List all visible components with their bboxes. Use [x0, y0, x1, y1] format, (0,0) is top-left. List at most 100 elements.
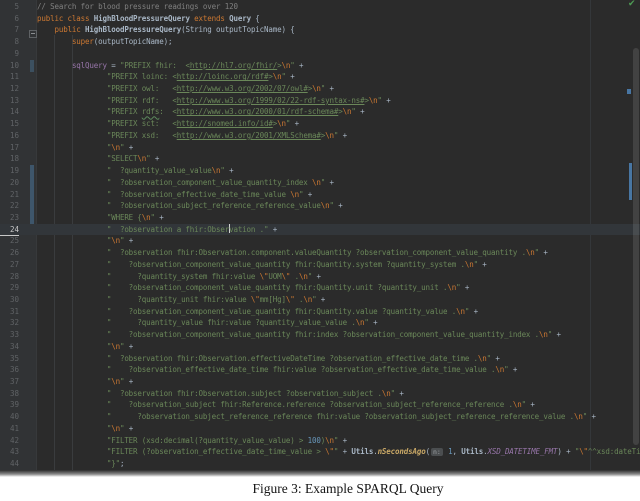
code-line: 12 "PREFIX owl: <http://www.w3.org/2002/… [0, 83, 640, 95]
line-number: 39 [0, 399, 19, 411]
code-line: 26 " ?observation fhir:Observation.compo… [0, 247, 640, 259]
code-text: " ?observation_subject_reference_referen… [37, 200, 343, 212]
line-number: 27 [0, 259, 19, 271]
code-text: "FILTER (xsd:decimal(?quantity_value_val… [37, 435, 347, 447]
code-text: "PREFIX sct: <http://snomed.info/id#>\n"… [37, 118, 299, 130]
line-number: 12 [0, 83, 19, 95]
code-line: 33 " ?observation_component_value_quanti… [0, 329, 640, 341]
line-number: 44 [0, 458, 19, 470]
code-line: 32 " ?quantity_value fhir:value ?quantit… [0, 317, 640, 329]
code-line: 5// Search for blood pressure readings o… [0, 1, 640, 13]
code-text: " ?quantity_value_value\n" + [37, 165, 233, 177]
line-number: 5 [0, 1, 19, 13]
code-line: 29 " ?observation_component_value_quanti… [0, 282, 640, 294]
code-line: 16 "PREFIX xsd: <http://www.w3.org/2001/… [0, 130, 640, 142]
line-number: 28 [0, 271, 19, 283]
code-text: "\n" + [37, 423, 133, 435]
code-editor[interactable]: 5// Search for blood pressure readings o… [0, 0, 640, 470]
code-text: "\n" + [37, 235, 133, 247]
line-number: 10 [0, 60, 19, 72]
line-number: 37 [0, 376, 19, 388]
line-number: 42 [0, 435, 19, 447]
code-text: public HighBloodPressureQuery(String out… [37, 24, 295, 36]
line-number: 43 [0, 446, 19, 458]
code-line: 13 "PREFIX rdf: <http://www.w3.org/1999/… [0, 95, 640, 107]
code-text: "PREFIX loinc: <http://loinc.org/rdf#>\n… [37, 71, 295, 83]
code-text: "PREFIX rdfs: <http://www.w3.org/2000/01… [37, 106, 364, 118]
code-line: 24 " ?observation a fhir:Observation ." … [0, 224, 640, 236]
line-number: 35 [0, 353, 19, 365]
code-text: " ?observation_effective_date_time fhir:… [37, 364, 517, 376]
figure-bottom-edge [0, 470, 640, 477]
code-text: public class HighBloodPressureQuery exte… [37, 13, 260, 25]
code-line: 35 " ?observation fhir:Observation.effec… [0, 353, 640, 365]
code-text: "WHERE {\n" + [37, 212, 164, 224]
line-number: 20 [0, 177, 19, 189]
code-text: "PREFIX owl: <http://www.w3.org/2002/07/… [37, 83, 334, 95]
code-line: 31 " ?observation_component_value_quanti… [0, 306, 640, 318]
code-lines: 5// Search for blood pressure readings o… [0, 1, 640, 470]
scrollbar-change-mark [627, 89, 631, 94]
line-number: 9 [0, 48, 19, 60]
line-number: 11 [0, 71, 19, 83]
code-line: 23 "WHERE {\n" + [0, 212, 640, 224]
scrollbar-change-mark [629, 163, 632, 200]
code-line: 39 " ?observation_subject fhir:Reference… [0, 399, 640, 411]
code-line: 25 "\n" + [0, 235, 640, 247]
line-number: 13 [0, 95, 19, 107]
code-text: "\n" + [37, 341, 133, 353]
code-line: 9 [0, 48, 640, 60]
line-number: 40 [0, 411, 19, 423]
code-text: " ?observation fhir:Observation.componen… [37, 247, 548, 259]
code-text: sqlQuery = "PREFIX fhir: <http://hl7.org… [37, 60, 303, 72]
code-line: 34 "\n" + [0, 341, 640, 353]
line-number: 34 [0, 341, 19, 353]
code-line: 8 super(outputTopicName); [0, 36, 640, 48]
code-text: "PREFIX rdf: <http://www.w3.org/1999/02/… [37, 95, 391, 107]
code-text: " ?observation fhir:Observation.effectiv… [37, 353, 500, 365]
code-text: " ?observation fhir:Observation.subject … [37, 388, 404, 400]
fold-toggle-icon[interactable] [29, 30, 37, 38]
code-text: " ?quantity_system fhir:value \"UOM\" .\… [37, 271, 321, 283]
code-line: 17 "\n" + [0, 142, 640, 154]
code-text: " ?observation_component_value_quantity … [37, 329, 561, 341]
figure-caption: Figure 3: Example SPARQL Query [253, 481, 444, 496]
code-line: 38 " ?observation fhir:Observation.subje… [0, 388, 640, 400]
code-line: 20 " ?observation_component_value_quanti… [0, 177, 640, 189]
code-text: "\n" + [37, 142, 133, 154]
line-number: 41 [0, 423, 19, 435]
inspections-ok-icon[interactable]: ✔ [628, 0, 636, 10]
line-number: 17 [0, 142, 19, 154]
code-text: " ?quantity_value fhir:value ?quantity_v… [37, 317, 378, 329]
line-number: 29 [0, 282, 19, 294]
code-text: " ?observation a fhir:Observation ." + [37, 224, 277, 236]
code-text: " ?observation_effective_date_time_value… [37, 189, 312, 201]
line-number: 23 [0, 212, 19, 224]
line-number: 18 [0, 153, 19, 165]
code-line: 10 sqlQuery = "PREFIX fhir: <http://hl7.… [0, 60, 640, 72]
code-line: 27 " ?observation_component_value_quanti… [0, 259, 640, 271]
paper-figure: 5// Search for blood pressure readings o… [0, 0, 640, 501]
code-line: 30 " ?quantity_unit fhir:value \"mm[Hg]\… [0, 294, 640, 306]
line-number: 38 [0, 388, 19, 400]
code-text: " ?observation_component_value_quantity … [37, 259, 487, 271]
code-text: " ?observation_component_value_quantity … [37, 282, 469, 294]
code-text: " ?observation_component_value_quantity … [37, 306, 478, 318]
code-text: "\n" + [37, 376, 133, 388]
code-line: 40 " ?observation_subject_reference_refe… [0, 411, 640, 423]
scrollbar-thumb[interactable] [633, 48, 639, 445]
line-number: 31 [0, 306, 19, 318]
code-text: "PREFIX xsd: <http://www.w3.org/2001/XML… [37, 130, 347, 142]
code-line: 44 "}"; [0, 458, 640, 470]
code-line: 7 public HighBloodPressureQuery(String o… [0, 24, 640, 36]
line-number: 22 [0, 200, 19, 212]
line-number: 25 [0, 235, 19, 247]
line-number: 15 [0, 118, 19, 130]
code-line: 22 " ?observation_subject_reference_refe… [0, 200, 640, 212]
code-line: 18 "SELECT\n" + [0, 153, 640, 165]
line-number: 21 [0, 189, 19, 201]
code-text: " ?quantity_unit fhir:value \"mm[Hg]\" .… [37, 294, 325, 306]
line-number: 19 [0, 165, 19, 177]
line-number: 30 [0, 294, 19, 306]
line-number: 32 [0, 317, 19, 329]
